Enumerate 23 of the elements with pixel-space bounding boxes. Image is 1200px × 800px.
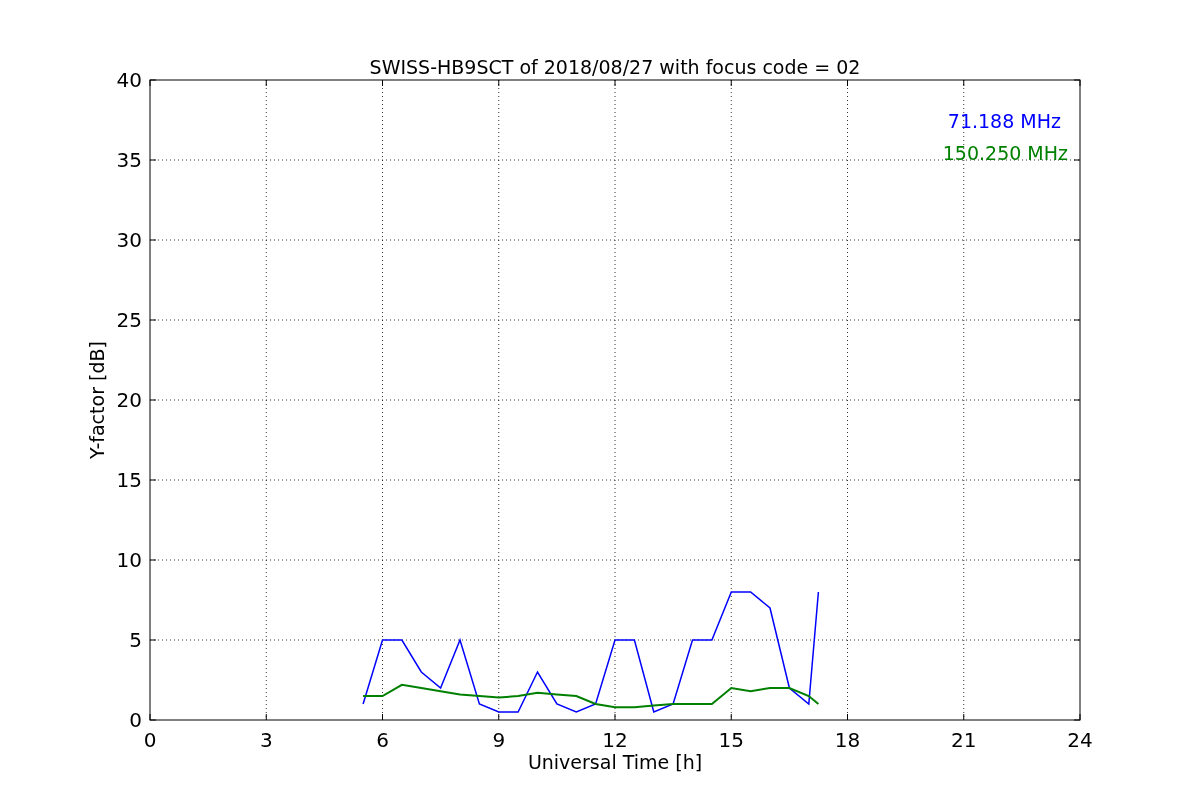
x-tick-label: 9 — [492, 728, 506, 752]
x-tick-label: 15 — [718, 728, 744, 752]
x-tick-label: 24 — [1067, 728, 1093, 752]
y-tick-label: 20 — [116, 388, 142, 412]
y-axis-label: Y-factor [dB] — [86, 341, 108, 459]
y-tick-label: 40 — [116, 68, 142, 92]
y-tick-label: 30 — [116, 228, 142, 252]
x-tick-label: 0 — [143, 728, 157, 752]
y-tick-label: 25 — [116, 308, 142, 332]
x-tick-label: 12 — [602, 728, 628, 752]
legend-label: 150.250 MHz — [942, 142, 1068, 164]
y-tick-label: 35 — [116, 148, 142, 172]
x-tick-label: 18 — [834, 728, 861, 752]
y-tick-label: 5 — [129, 628, 142, 652]
y-tick-label: 10 — [116, 548, 142, 572]
legend-label: 71.188 MHz — [947, 110, 1061, 132]
y-tick-label: 15 — [116, 468, 142, 492]
x-tick-label: 3 — [259, 728, 273, 752]
x-tick-label: 6 — [376, 728, 389, 752]
chart-title: SWISS-HB9SCT of 2018/08/27 with focus code = 02 — [369, 56, 861, 78]
x-tick-label: 21 — [951, 728, 977, 752]
y-tick-label: 0 — [129, 708, 142, 732]
x-axis-label: Universal Time [h] — [527, 751, 703, 773]
